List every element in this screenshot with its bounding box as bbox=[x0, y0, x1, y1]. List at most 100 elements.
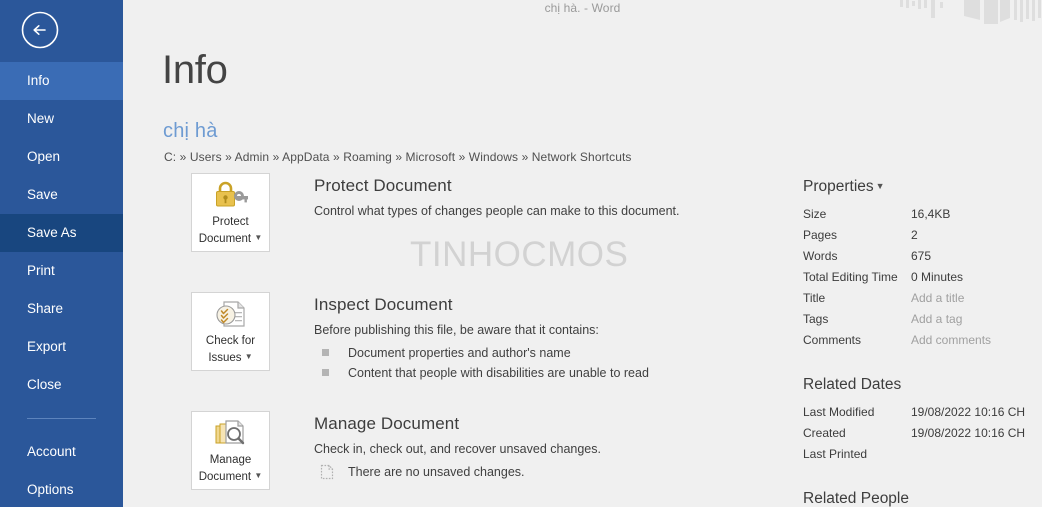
sidebar-item-label: Export bbox=[27, 339, 67, 354]
list-item-label: Document properties and author's name bbox=[348, 346, 571, 360]
sidebar-item-label: Open bbox=[27, 149, 61, 164]
property-key: Comments bbox=[803, 333, 862, 347]
sidebar-item-label: New bbox=[27, 111, 55, 126]
property-key: Tags bbox=[803, 312, 829, 326]
property-key: Total Editing Time bbox=[803, 270, 898, 284]
backstage-content: Info chị hà C: » Users » Admin » AppData… bbox=[123, 30, 1042, 507]
properties-panel: Properties ▼ Size 16,4KB Pages 2 Words 67… bbox=[803, 178, 1042, 507]
back-button[interactable] bbox=[18, 8, 62, 52]
sidebar-item-export[interactable]: Export bbox=[0, 328, 123, 366]
sidebar-divider bbox=[27, 418, 96, 419]
lock-key-icon bbox=[213, 179, 249, 212]
button-label-line1: Check for bbox=[205, 334, 256, 347]
sidebar-item-close[interactable]: Close bbox=[0, 366, 123, 404]
comments-input[interactable]: Add comments bbox=[911, 330, 991, 351]
chevron-down-icon: ▼ bbox=[254, 232, 263, 242]
inspect-document-section: Check for Issues ▼ Inspect Document Befo… bbox=[163, 292, 803, 384]
property-value: 16,4KB bbox=[911, 207, 951, 221]
document-checklist-icon bbox=[214, 298, 248, 331]
protect-document-button-label: Protect Document ▼ bbox=[199, 215, 263, 247]
property-row-last-modified: Last Modified 19/08/2022 10:16 CH bbox=[803, 402, 1042, 423]
list-item-label: Content that people with disabilities ar… bbox=[348, 366, 649, 380]
properties-heading-label: Properties bbox=[803, 178, 874, 195]
manage-document-body: Manage Document Check in, check out, and… bbox=[314, 411, 803, 482]
sidebar-item-print[interactable]: Print bbox=[0, 252, 123, 290]
button-label-line2: Document bbox=[198, 470, 252, 483]
bullet-square-icon bbox=[322, 369, 329, 376]
property-key: Created bbox=[803, 426, 846, 440]
unsaved-changes-note: There are no unsaved changes. bbox=[314, 462, 803, 482]
bullet-square-icon bbox=[322, 349, 329, 356]
property-key: Last Modified bbox=[803, 405, 875, 419]
documents-magnifier-icon bbox=[213, 417, 249, 450]
sidebar-item-info[interactable]: Info bbox=[0, 62, 123, 100]
related-people-heading: Related People bbox=[803, 490, 909, 507]
sidebar-item-label: Save bbox=[27, 187, 58, 202]
property-row-last-printed: Last Printed bbox=[803, 444, 1042, 465]
title-input[interactable]: Add a title bbox=[911, 288, 964, 309]
unsaved-changes-label: There are no unsaved changes. bbox=[348, 465, 525, 479]
manage-document-section: Manage Document ▼ Manage Document Check … bbox=[163, 411, 803, 503]
property-value: 19/08/2022 10:16 CH bbox=[911, 405, 1026, 419]
manage-document-button[interactable]: Manage Document ▼ bbox=[191, 411, 270, 490]
property-row-comments: Comments Add comments bbox=[803, 330, 1042, 351]
unsaved-document-icon bbox=[320, 464, 334, 480]
button-label-line1: Protect bbox=[212, 215, 249, 228]
property-key: Last Printed bbox=[803, 447, 868, 461]
list-item: Content that people with disabilities ar… bbox=[314, 363, 803, 383]
sidebar-item-account[interactable]: Account bbox=[0, 433, 123, 471]
sidebar-item-label: Print bbox=[27, 263, 55, 278]
section-description: Control what types of changes people can… bbox=[314, 204, 680, 218]
property-row-size: Size 16,4KB bbox=[803, 204, 1042, 225]
document-name[interactable]: chị hà bbox=[163, 120, 218, 143]
section-title: Manage Document bbox=[314, 414, 460, 433]
property-row-total-editing-time: Total Editing Time 0 Minutes bbox=[803, 267, 1042, 288]
section-description: Check in, check out, and recover unsaved… bbox=[314, 442, 601, 456]
sidebar-item-open[interactable]: Open bbox=[0, 138, 123, 176]
backstage-sidebar: Info New Open Save Save As Print Share E… bbox=[0, 0, 123, 507]
sidebar-nav: Info New Open Save Save As Print Share E… bbox=[0, 62, 123, 507]
properties-heading[interactable]: Properties ▼ bbox=[803, 178, 1042, 196]
chevron-down-icon: ▼ bbox=[875, 181, 885, 191]
section-description: Before publishing this file, be aware th… bbox=[314, 323, 599, 337]
section-title: Protect Document bbox=[314, 176, 452, 195]
sidebar-item-save-as[interactable]: Save As bbox=[0, 214, 123, 252]
sidebar-item-share[interactable]: Share bbox=[0, 290, 123, 328]
property-key: Title bbox=[803, 291, 826, 305]
property-row-tags: Tags Add a tag bbox=[803, 309, 1042, 330]
button-label-line1: Manage bbox=[209, 453, 252, 466]
property-value: 19/08/2022 10:16 CH bbox=[911, 426, 1026, 440]
inspect-document-body: Inspect Document Before publishing this … bbox=[314, 292, 803, 383]
page-title: Info bbox=[162, 48, 228, 92]
sidebar-item-options[interactable]: Options bbox=[0, 471, 123, 507]
property-row-title: Title Add a title bbox=[803, 288, 1042, 309]
property-row-words: Words 675 bbox=[803, 246, 1042, 267]
sidebar-item-label: Info bbox=[27, 73, 50, 88]
protect-document-button[interactable]: Protect Document ▼ bbox=[191, 173, 270, 252]
check-for-issues-button-label: Check for Issues ▼ bbox=[206, 334, 255, 366]
sidebar-item-label: Account bbox=[27, 444, 76, 459]
property-key: Size bbox=[803, 207, 827, 221]
property-value: 2 bbox=[911, 228, 918, 242]
tags-input[interactable]: Add a tag bbox=[911, 309, 962, 330]
sidebar-item-label: Options bbox=[27, 482, 74, 497]
property-value: 675 bbox=[911, 249, 932, 263]
property-key: Pages bbox=[803, 228, 838, 242]
info-sections: Protect Document ▼ Protect Document Cont… bbox=[163, 173, 803, 507]
chevron-down-icon: ▼ bbox=[254, 470, 263, 480]
document-title: chị hà. - Word bbox=[544, 1, 621, 15]
manage-document-button-label: Manage Document ▼ bbox=[199, 453, 263, 485]
word-backstage-info-screen: chị hà. - Word Info New Open Save Save A… bbox=[0, 0, 1042, 507]
title-bar: chị hà. - Word bbox=[123, 0, 1042, 30]
chevron-down-icon: ▼ bbox=[244, 351, 253, 361]
sidebar-item-new[interactable]: New bbox=[0, 100, 123, 138]
check-for-issues-button[interactable]: Check for Issues ▼ bbox=[191, 292, 270, 371]
property-value: 0 Minutes bbox=[911, 270, 964, 284]
inspect-issue-list: Document properties and author's name Co… bbox=[314, 343, 803, 383]
button-label-line2: Document bbox=[198, 232, 252, 245]
protect-document-body: Protect Document Control what types of c… bbox=[314, 173, 803, 220]
document-path-breadcrumb: C: » Users » Admin » AppData » Roaming »… bbox=[164, 150, 632, 164]
sidebar-item-save[interactable]: Save bbox=[0, 176, 123, 214]
button-label-line2: Issues bbox=[208, 351, 242, 364]
section-title: Inspect Document bbox=[314, 295, 453, 314]
